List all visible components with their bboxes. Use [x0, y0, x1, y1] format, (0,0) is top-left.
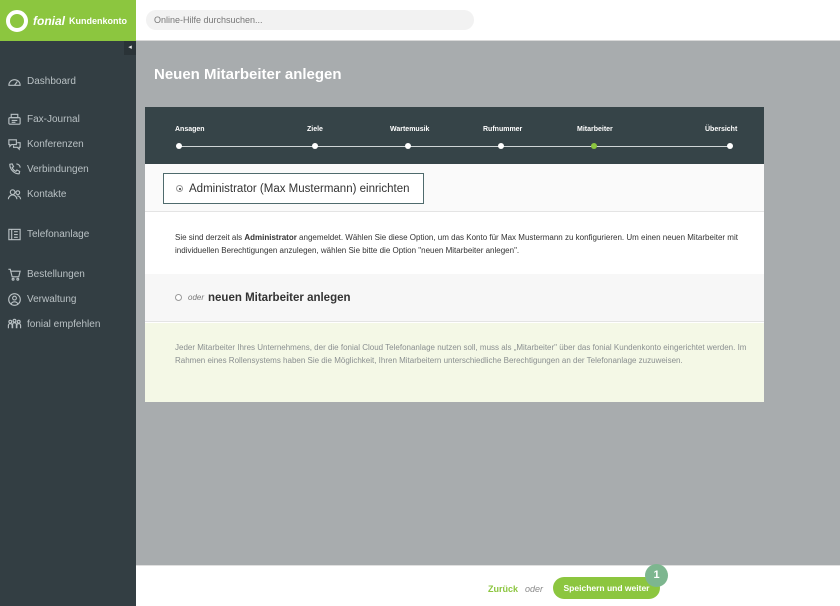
sidebar-item-kontakte[interactable]: Kontakte [0, 184, 136, 204]
step-label-ansagen[interactable]: Ansagen [175, 126, 205, 133]
save-and-continue-button[interactable]: Speichern und weiter [553, 577, 660, 599]
sidebar: ◂ Dashboard Fax-Journal Konferenzen Verb… [0, 41, 136, 606]
sidebar-item-label: Fax-Journal [27, 113, 80, 125]
footer-or: oder [525, 584, 544, 594]
step-label-rufnummer[interactable]: Rufnummer [483, 126, 522, 133]
step-dot-rufnummer[interactable] [498, 143, 504, 149]
logo[interactable]: fonial Kundenkonto [0, 0, 136, 41]
sidebar-item-fax-journal[interactable]: Fax-Journal [0, 109, 136, 129]
step-progress-line [178, 146, 731, 147]
cart-icon [8, 268, 21, 281]
sidebar-item-label: Kontakte [27, 188, 67, 200]
option-admin-row: Administrator (Max Mustermann) einrichte… [145, 164, 764, 212]
sidebar-item-label: Konferenzen [27, 138, 84, 150]
page-title: Neuen Mitarbeiter anlegen [154, 66, 342, 83]
sidebar-item-label: Verwaltung [27, 293, 77, 305]
step-label-ziele[interactable]: Ziele [307, 126, 323, 133]
step-label-mitarbeiter[interactable]: Mitarbeiter [577, 126, 613, 133]
sidebar-item-label: Telefonanlage [27, 228, 90, 240]
option-new-label: neuen Mitarbeiter anlegen [208, 291, 351, 304]
chat-bubbles-icon [8, 138, 21, 151]
sidebar-item-label: Dashboard [27, 75, 76, 87]
logo-brand: fonial [33, 13, 65, 28]
sidebar-item-bestellungen[interactable]: Bestellungen [0, 264, 136, 284]
radio-admin[interactable] [176, 185, 183, 192]
description-bold: Administrator [244, 233, 297, 242]
collapse-sidebar-button[interactable]: ◂ [124, 41, 136, 55]
option-admin-label: Administrator (Max Mustermann) einrichte… [189, 182, 410, 195]
search-input[interactable] [146, 10, 474, 30]
contacts-icon [7, 188, 22, 199]
wizard-panel: Ansagen Ziele Wartemusik Rufnummer Mitar… [145, 107, 764, 402]
step-dot-ansagen[interactable] [176, 143, 182, 149]
step-dot-mitarbeiter[interactable] [591, 143, 597, 149]
sidebar-item-konferenzen[interactable]: Konferenzen [0, 134, 136, 154]
footer-bar: Zurück oder Speichern und weiter [136, 565, 840, 606]
step-label-wartemusik[interactable]: Wartemusik [390, 126, 429, 133]
pbx-icon [8, 228, 21, 240]
option-description: Sie sind derzeit als Administrator angem… [175, 231, 745, 257]
wizard-steps: Ansagen Ziele Wartemusik Rufnummer Mitar… [145, 107, 764, 164]
step-badge: 1 [645, 564, 668, 587]
sidebar-item-fonial-empfehlen[interactable]: fonial empfehlen [0, 314, 136, 334]
sidebar-item-label: Bestellungen [27, 268, 85, 280]
step-dot-uebersicht[interactable] [727, 143, 733, 149]
sidebar-item-label: fonial empfehlen [27, 318, 101, 330]
step-dot-ziele[interactable] [312, 143, 318, 149]
back-link[interactable]: Zurück [488, 584, 518, 594]
option-admin[interactable]: Administrator (Max Mustermann) einrichte… [163, 173, 424, 204]
logo-product: Kundenkonto [69, 15, 127, 26]
description-part1: Sie sind derzeit als [175, 233, 245, 242]
phone-icon [9, 162, 21, 174]
step-dot-wartemusik[interactable] [405, 143, 411, 149]
gauge-icon [8, 78, 21, 86]
fax-icon [8, 113, 21, 125]
info-box: Jeder Mitarbeiter Ihres Unternehmens, de… [145, 323, 764, 402]
user-circle-icon [8, 292, 21, 306]
recommend-icon [7, 318, 22, 328]
step-label-uebersicht[interactable]: Übersicht [705, 126, 737, 133]
logo-ring-icon [6, 9, 28, 32]
sidebar-item-label: Verbindungen [27, 163, 89, 175]
sidebar-item-verwaltung[interactable]: Verwaltung [0, 289, 136, 309]
radio-new-employee[interactable] [175, 294, 182, 301]
option-new-prefix: oder [188, 293, 205, 302]
option-new-row[interactable]: oder neuen Mitarbeiter anlegen [145, 274, 764, 322]
top-bar: fonial Kundenkonto [0, 0, 840, 41]
sidebar-item-verbindungen[interactable]: Verbindungen [0, 159, 136, 179]
sidebar-item-dashboard[interactable]: Dashboard [0, 71, 136, 91]
sidebar-item-telefonanlage[interactable]: Telefonanlage [0, 224, 136, 244]
